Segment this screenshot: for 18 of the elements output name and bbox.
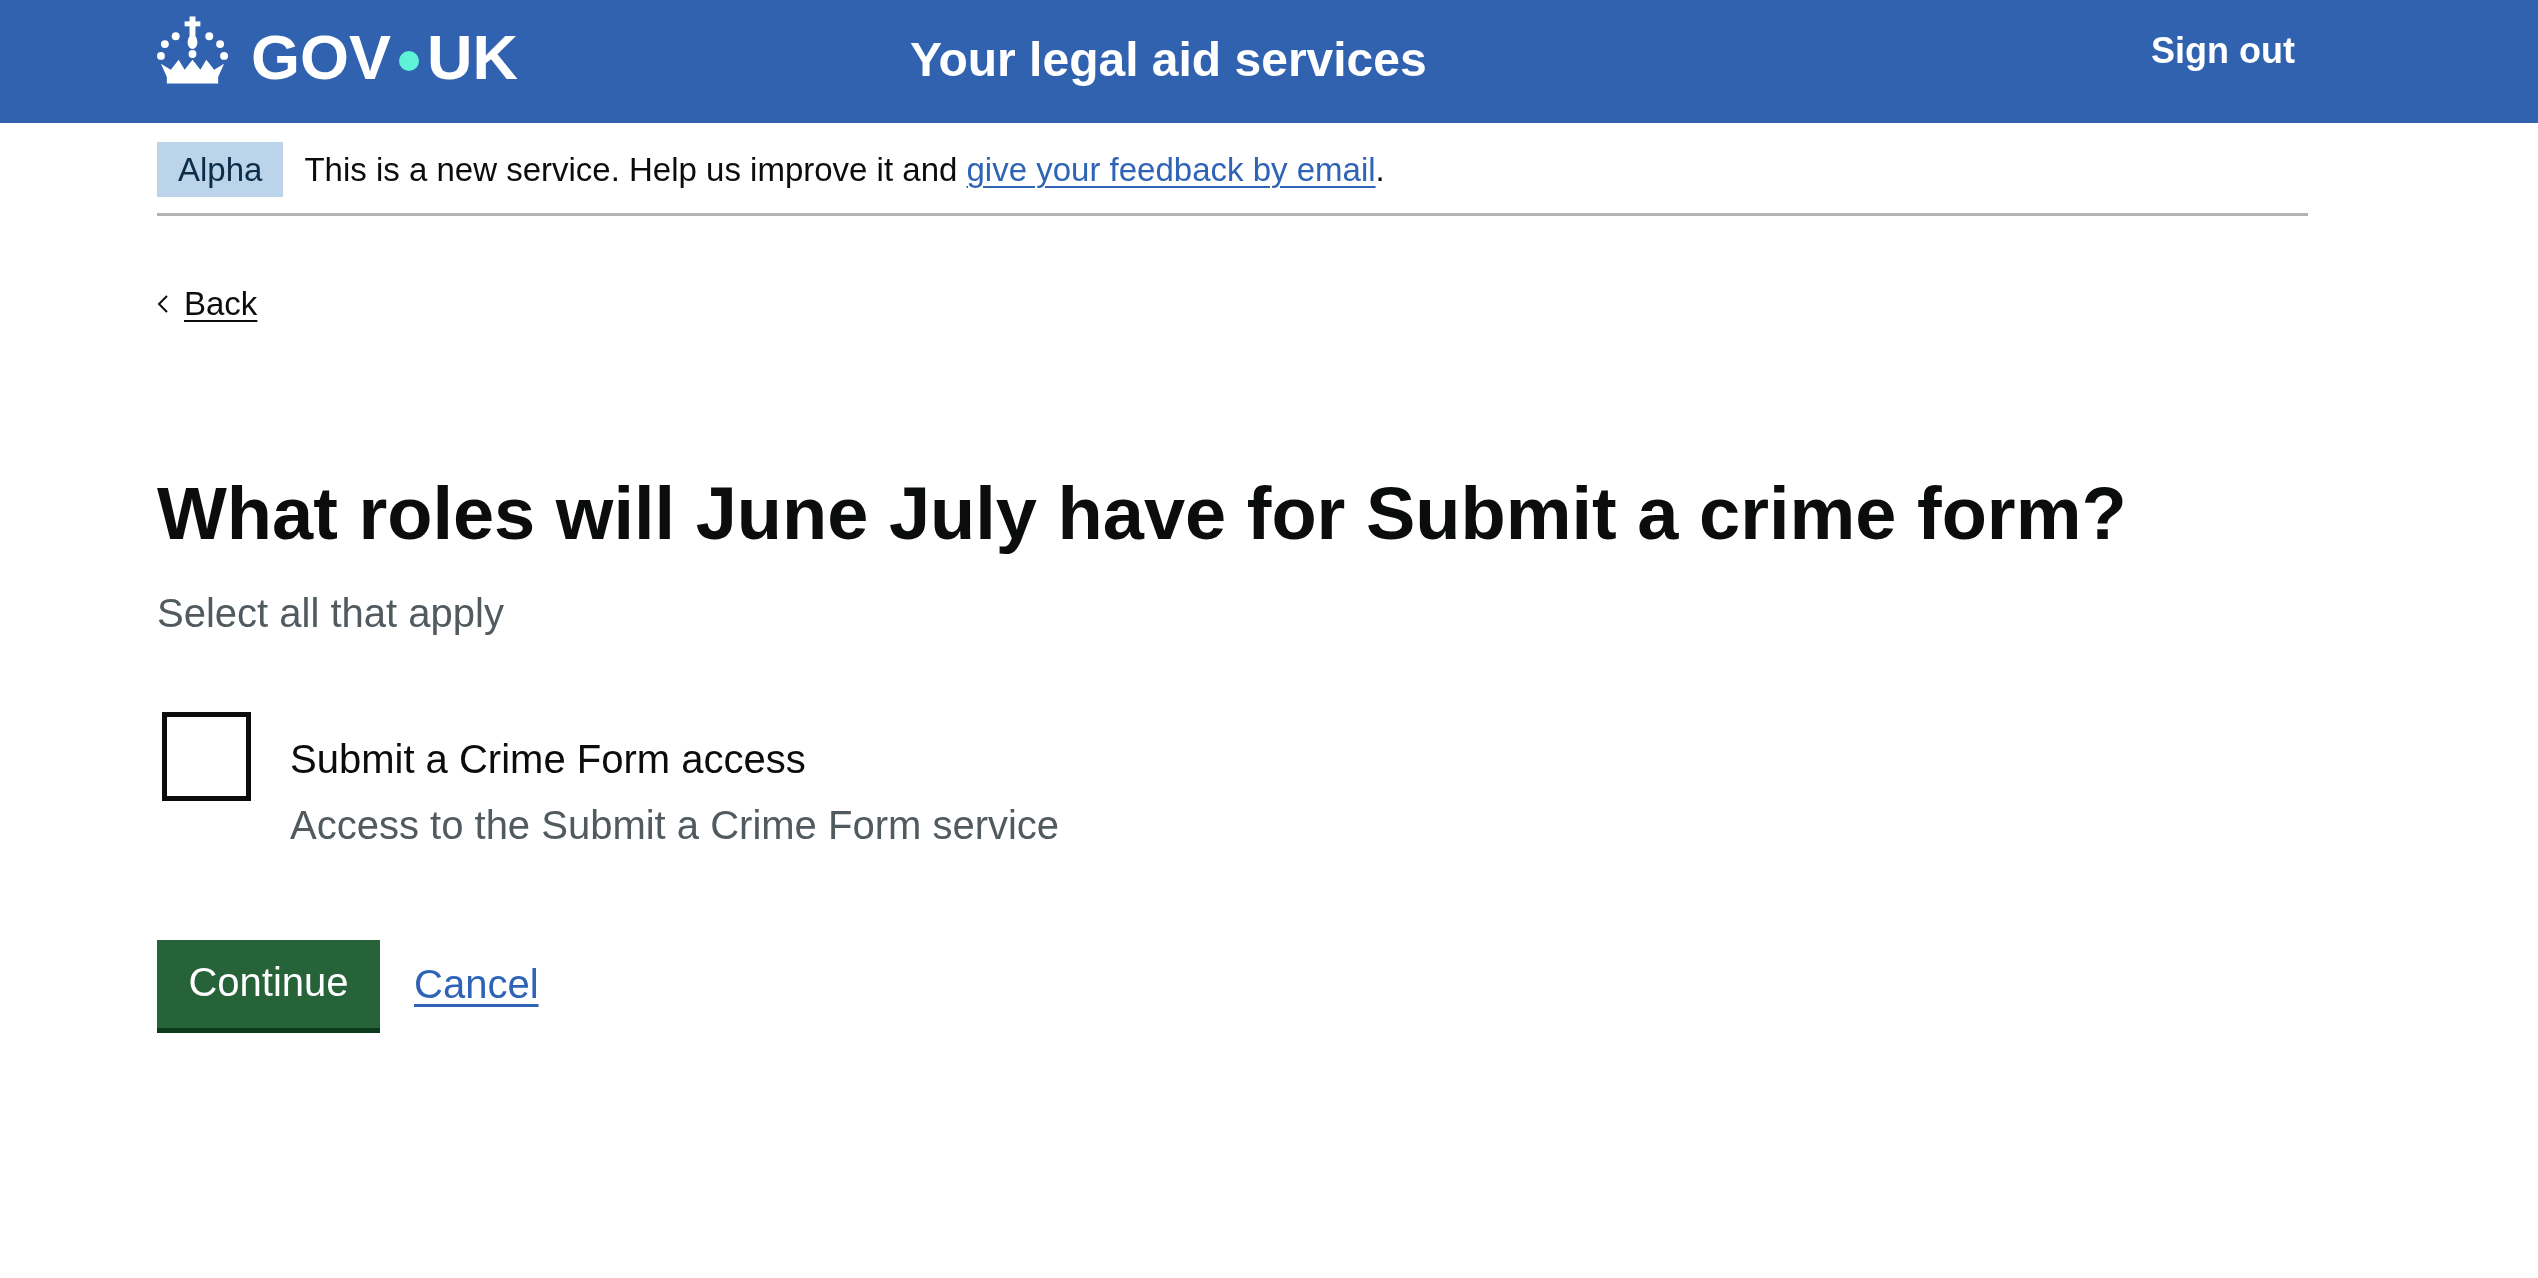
feedback-link[interactable]: give your feedback by email: [966, 150, 1376, 188]
phase-banner-text: This is a new service. Help us improve it and give your feedback by email.: [304, 149, 1385, 190]
logo-text: GOV: [251, 26, 392, 89]
dot-icon: [399, 50, 420, 71]
checkbox[interactable]: [162, 712, 251, 802]
checkbox-label[interactable]: Submit a Crime Form access: [290, 734, 806, 785]
logo-text: UK: [427, 26, 519, 89]
back-link[interactable]: Back: [157, 284, 258, 324]
crown-icon: [157, 16, 228, 84]
checkbox-hint: Access to the Submit a Crime Form service: [290, 802, 1060, 850]
govuk-logo[interactable]: GOV UK: [157, 16, 519, 89]
hint-text: Select all that apply: [157, 590, 504, 638]
cancel-link[interactable]: Cancel: [414, 959, 539, 1010]
chevron-left-icon: [157, 295, 169, 313]
sign-out-link[interactable]: Sign out: [2151, 33, 2295, 69]
phase-tag: Alpha: [157, 142, 284, 197]
page-heading: What roles will June July have for Submit a crime form?: [157, 473, 2127, 555]
service-name-link[interactable]: Your legal aid services: [910, 36, 1427, 84]
